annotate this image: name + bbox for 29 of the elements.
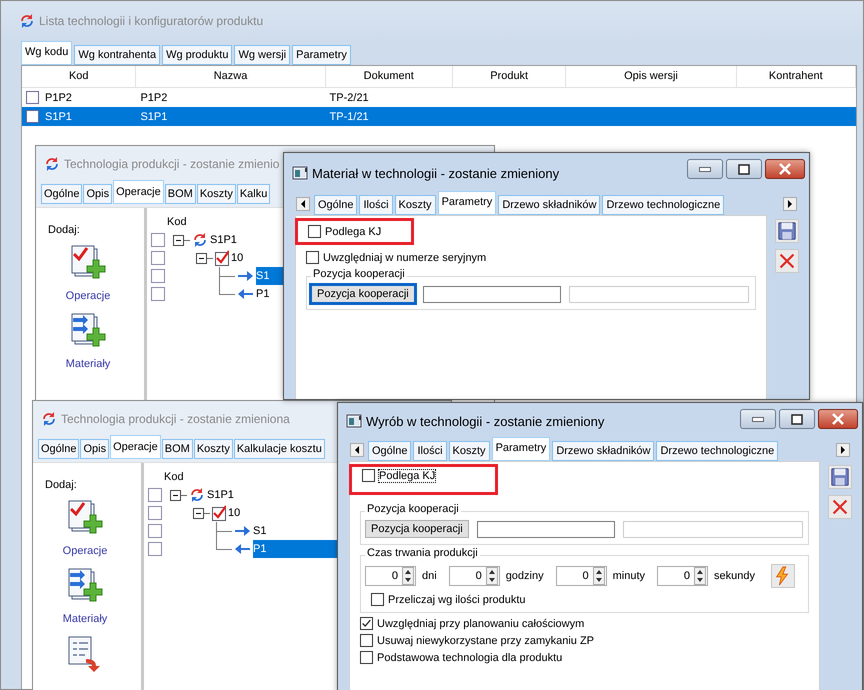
checkbox-label: Podstawowa technologia dla produktu <box>377 652 562 664</box>
checkbox-label: Uwzględniaj przy planowaniu całościowym <box>377 618 584 630</box>
group-title: Pozycja kooperacji <box>311 268 407 280</box>
unit-label: dni <box>422 570 437 582</box>
group-title: Czas trwania produkcji <box>365 547 480 559</box>
column-header: Kod <box>167 216 187 228</box>
dialog-title: Materiał w technologii - zostanie zmieniony <box>312 166 560 180</box>
checkbox-label: Usuwaj niewykorzystane przy zamykaniu ZP <box>377 634 594 646</box>
window-title: Technologia produkcji - zostanie zmieniona <box>61 412 290 426</box>
table-cell: TP-2/21 <box>330 92 369 104</box>
unit-label: minuty <box>612 570 646 582</box>
window-title: Lista technologii i konfiguratorów produktu <box>39 14 264 28</box>
checkbox-label: Uwzględniaj w numerze seryjnym <box>323 252 486 264</box>
section-label: Dodaj: <box>48 224 81 236</box>
checkbox-label: Podlega KJ <box>325 226 382 238</box>
checkbox-label: Przeliczaj wg ilości produktu <box>388 594 526 606</box>
checkbox-label: Podlega KJ <box>379 470 436 482</box>
table-cell: TP-1/21 <box>330 110 369 122</box>
dialog-title: Wyrób w technologii - zostanie zmieniony <box>366 414 604 428</box>
unit-label: sekundy <box>714 570 755 582</box>
window-title: Technologia produkcji - zostanie zmienio <box>64 157 280 171</box>
table-cell: S1P1 <box>45 110 72 122</box>
section-label: Dodaj: <box>45 479 78 491</box>
table-cell: P1P2 <box>45 92 72 104</box>
unit-label: godziny <box>506 570 544 582</box>
column-header: Kod <box>164 471 184 483</box>
table-cell: S1P1 <box>140 110 168 122</box>
table-cell: P1P2 <box>140 92 168 104</box>
group-title: Pozycja kooperacji <box>365 503 461 515</box>
